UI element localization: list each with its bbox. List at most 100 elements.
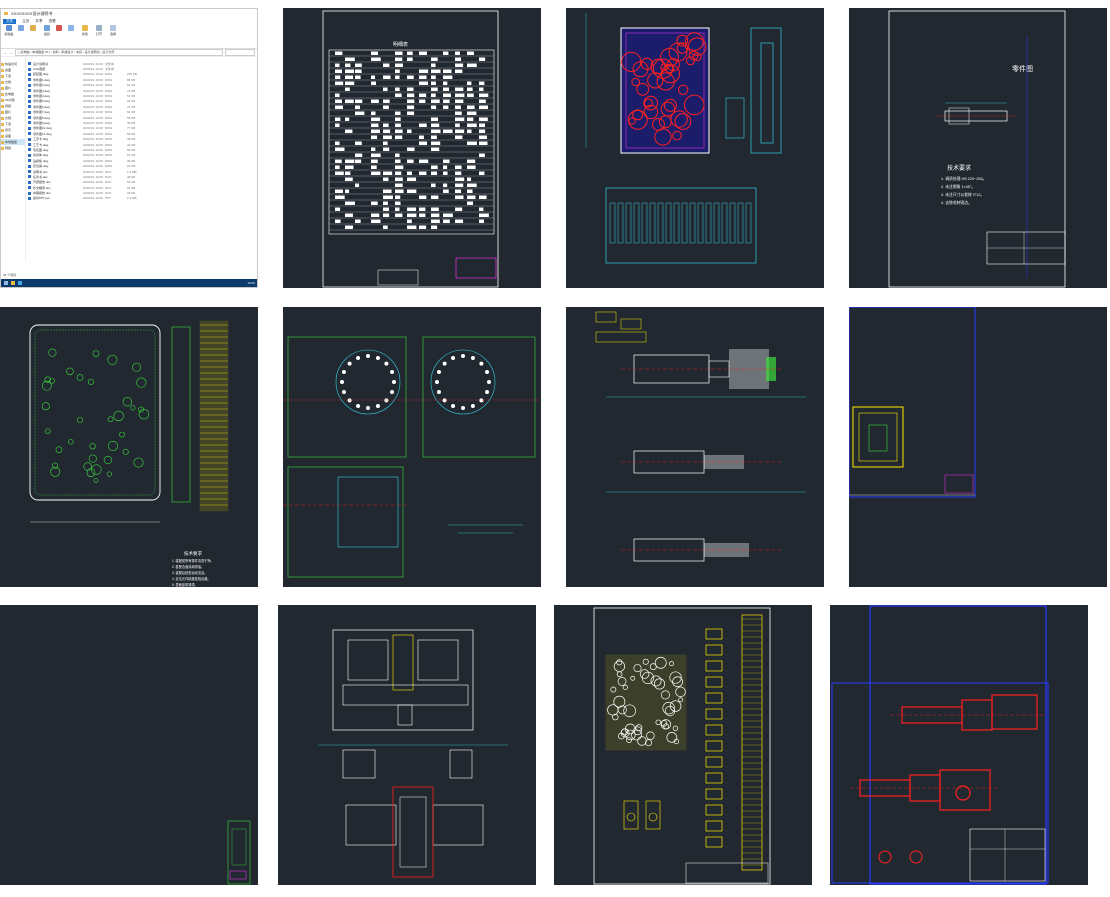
tab-home[interactable]: 主页	[22, 19, 29, 24]
properties-button[interactable]: 打开	[94, 25, 104, 36]
drawing-red-shafts[interactable]	[830, 605, 1088, 885]
file-icon	[28, 116, 31, 120]
explorer-taskbar-icon[interactable]	[11, 281, 15, 285]
file-icon	[28, 83, 31, 87]
hole-circle	[103, 455, 112, 465]
file-type: DWG	[105, 131, 113, 136]
file-icon	[28, 170, 31, 173]
file-type: DOC	[105, 191, 112, 196]
file-date: 2020/1/1 10:00	[83, 185, 104, 190]
table-cell-text	[479, 123, 486, 127]
folder-icon	[1, 116, 4, 120]
table-cell-text	[371, 159, 378, 163]
file-type: DWG	[105, 126, 113, 131]
new-folder-button[interactable]: 新建	[80, 25, 90, 36]
hole-circle	[41, 402, 50, 411]
file-icon	[28, 110, 31, 114]
file-row[interactable]: 答辩PPT.ppt 2020/1/1 10:00 PPT 2.4 MB	[28, 196, 257, 201]
drawing-parts-list[interactable]: 明细表	[283, 8, 541, 288]
table-cell-text	[407, 87, 414, 91]
forward-arrow-icon[interactable]: →	[9, 50, 13, 55]
hole-circle	[45, 428, 51, 434]
file-date: 2020/1/1 10:00	[83, 120, 104, 125]
table-cell-text	[371, 135, 378, 139]
folder-icon	[1, 140, 4, 144]
tab-share[interactable]: 共享	[35, 19, 42, 24]
table-cell-text	[431, 63, 436, 67]
nav-item-label: 图片	[5, 86, 12, 90]
rib	[689, 202, 696, 244]
file-date: 2020/1/1 10:00	[83, 153, 104, 158]
start-icon[interactable]	[4, 281, 8, 285]
copy-button[interactable]	[16, 25, 26, 32]
file-icon	[28, 121, 31, 125]
address-bar[interactable]: « 此电脑 › 本地磁盘 (D:) › 资料 › 机械设计 › 夹具 › 设计说…	[15, 49, 223, 56]
table-cell-text	[419, 195, 427, 199]
navigation-pane: 快速访问 桌面 下载 文档 图片 此电脑 3D对象 视频 图片 文档 下载 音乐 桌面 本地磁盘 网络	[1, 57, 26, 262]
table-cell-text	[407, 213, 417, 217]
table-cell-text	[431, 123, 440, 127]
table-cell-text	[395, 207, 400, 211]
drawing-shafts[interactable]	[566, 307, 824, 587]
file-icon	[28, 72, 31, 76]
file-name: 零件图7.dwg	[33, 110, 51, 115]
table-cell-text	[467, 201, 474, 205]
drawing-plate[interactable]: 技术要求 1. 装配前所有零件清洗干净。 2. 各配合面涂润滑油。 3. 装配后…	[0, 307, 258, 587]
rib	[649, 202, 656, 244]
nav-item-label: 网络	[5, 146, 12, 150]
table-cell-text	[455, 123, 460, 127]
table-cell-text	[479, 129, 486, 133]
pin-button[interactable]: 剪贴板	[4, 25, 14, 36]
table-cell-text	[395, 63, 403, 67]
file-icon	[28, 175, 31, 179]
file-name: 零件图1.dwg	[33, 77, 51, 82]
folder-icon	[1, 68, 4, 72]
folder-icon	[1, 62, 4, 66]
table-cell-text	[371, 51, 379, 55]
select-all-button[interactable]: 选择	[108, 25, 118, 36]
table-cell-text	[355, 159, 362, 163]
rib	[721, 202, 728, 244]
table-cell-text	[355, 153, 363, 157]
browser-taskbar-icon[interactable]	[18, 281, 22, 285]
rename-button[interactable]	[66, 25, 76, 32]
paste-button[interactable]	[28, 25, 38, 32]
hole-dot	[375, 355, 380, 360]
table-cell-text	[467, 105, 475, 109]
drawing-shaft-part[interactable]: 零件图 技术要求 1. 调质处理 HB 220~250。 2. 未注倒角 1×4…	[849, 8, 1107, 288]
table-cell-text	[455, 105, 461, 109]
drawing-assembly[interactable]	[566, 8, 824, 288]
hole-circle	[130, 405, 136, 411]
nav-item[interactable]: 网络	[1, 145, 25, 151]
file-icon	[28, 148, 31, 152]
tech-req-line-3: 3. 未注尺寸公差按 IT12。	[941, 192, 984, 197]
folder-icon	[1, 110, 4, 114]
file-name: 中期报告.doc	[33, 191, 51, 196]
drawing-fixture-body[interactable]	[283, 307, 541, 587]
table-cell-text	[395, 123, 401, 127]
drawing-thumbnail[interactable]	[0, 605, 258, 885]
delete-button[interactable]	[54, 25, 64, 32]
back-arrow-icon[interactable]: ←	[3, 50, 7, 55]
move-button[interactable]: 组织	[42, 25, 52, 36]
hole-circle	[107, 416, 114, 423]
drawing-small-fixture[interactable]	[849, 307, 1107, 587]
hole-circle	[132, 362, 142, 372]
tab-view[interactable]: 查看	[49, 19, 56, 24]
tab-file[interactable]: 文件	[3, 18, 17, 24]
file-name: 毛坯图.dwg	[33, 147, 49, 152]
table-cell-text	[395, 195, 401, 199]
hole-dot	[366, 354, 370, 358]
table-cell-text	[355, 99, 363, 103]
table-cell-text	[455, 117, 465, 121]
file-date: 2020/1/1 10:00	[83, 158, 104, 163]
drawing-drill-plate[interactable]	[554, 605, 812, 885]
table-cell-text	[467, 93, 474, 97]
search-input[interactable]	[225, 49, 255, 56]
hole-circle	[83, 462, 92, 471]
table-cell-text	[335, 69, 342, 73]
file-list: 设计说明书 2020/1/1 10:00 文件夹 CAD图纸 2020/1/1 10:0…	[26, 57, 257, 262]
drawing-machine-assembly[interactable]	[278, 605, 536, 885]
file-name: 任务书.doc	[33, 174, 48, 179]
table-cell-text	[431, 225, 438, 229]
